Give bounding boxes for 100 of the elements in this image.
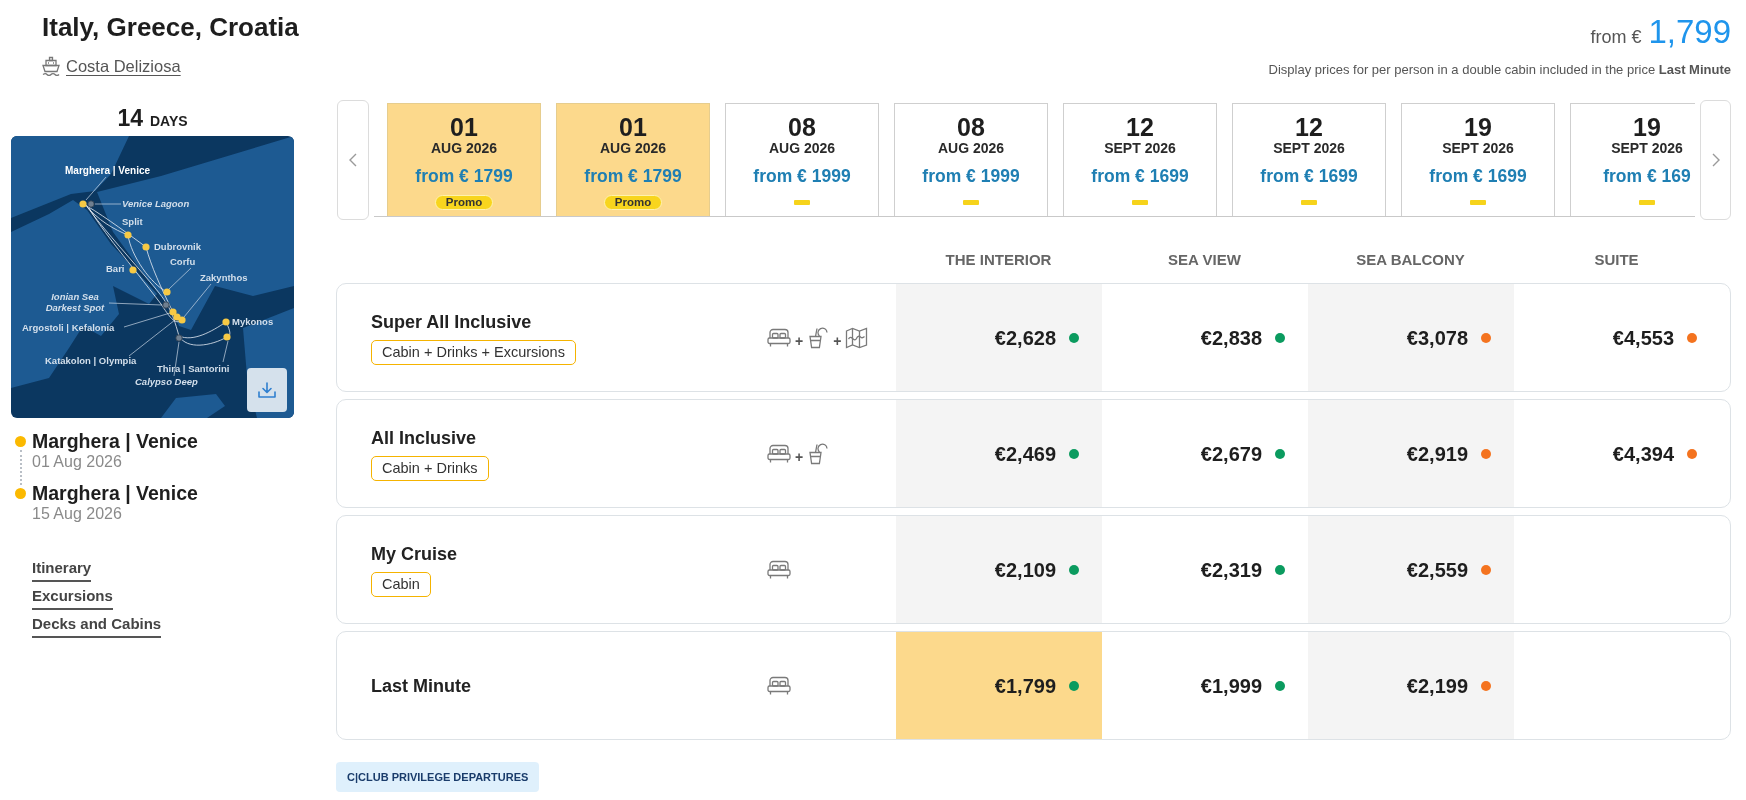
departure-price: from € 169 <box>1603 166 1691 186</box>
package-name: All Inclusive <box>371 426 477 449</box>
previous-button[interactable] <box>337 100 369 220</box>
from-label: from € <box>1590 27 1642 48</box>
port-marker-icon <box>79 200 87 208</box>
price-cell[interactable]: €1,799 <box>896 632 1102 739</box>
departure-card[interactable]: 08 AUG 2026 from € 1999 <box>894 103 1048 216</box>
price-cell[interactable]: €2,199 <box>1308 632 1514 739</box>
map-label: Venice Lagoon <box>122 198 190 209</box>
map-label: Corfu <box>170 256 196 267</box>
map-icon <box>845 326 869 349</box>
departure-price: from € 1799 <box>415 166 513 186</box>
plus-sign: + <box>833 331 842 349</box>
departure-day: 08 <box>788 114 816 140</box>
waypoint-marker-icon <box>175 334 183 342</box>
dash-icon <box>1132 200 1148 205</box>
land-area <box>161 394 225 418</box>
leader-line <box>94 203 122 205</box>
leader-line <box>222 340 229 363</box>
column-header: THE INTERIOR <box>944 250 1053 269</box>
stop-dot-icon <box>15 488 26 499</box>
departure-day: 19 <box>1464 114 1492 140</box>
ship-link[interactable]: Costa Deliziosa <box>42 56 181 76</box>
map-label: Bari <box>106 263 125 274</box>
dash-icon <box>1301 200 1317 205</box>
duration-value: 14 <box>117 105 143 131</box>
map-label: Calypso Deep <box>135 376 198 387</box>
port-marker-icon <box>129 266 137 274</box>
departure-day: 08 <box>957 114 985 140</box>
plus-sign: + <box>795 331 804 349</box>
package-tag: Cabin + Drinks <box>371 455 489 481</box>
departure-card[interactable]: 19 SEPT 2026 from € 169 <box>1570 103 1695 216</box>
port-marker-icon <box>124 231 132 239</box>
dash-icon <box>794 200 810 205</box>
departure-month: AUG 2026 <box>937 140 1005 156</box>
port-marker-icon <box>163 288 171 296</box>
chevron-right-icon <box>1711 153 1720 167</box>
price-cell[interactable]: €2,919 <box>1308 400 1514 507</box>
departure-day: 01 <box>450 114 478 140</box>
departure-month: SEPT 2026 <box>1442 140 1514 156</box>
departure-card[interactable]: 01 AUG 2026 from € 1799 Promo <box>387 103 541 216</box>
column-header: SUITE <box>1593 250 1640 269</box>
bed-icon <box>767 327 791 348</box>
map-label: Split <box>122 216 143 227</box>
map-label: Mykonos <box>232 316 274 327</box>
package-name: Super All Inclusive <box>371 310 532 333</box>
next-button[interactable] <box>1700 100 1731 220</box>
section-link[interactable]: Decks and Cabins <box>32 615 162 638</box>
download-button[interactable] <box>247 368 287 412</box>
package-tag: Cabin <box>371 571 431 597</box>
map-label: Katakolon | Olympia <box>45 355 137 366</box>
download-icon <box>258 382 276 398</box>
departure-card[interactable]: 19 SEPT 2026 from € 1699 <box>1401 103 1555 216</box>
price-cell[interactable]: €2,559 <box>1308 516 1514 623</box>
club-badge: C|CLUB PRIVILEGE DEPARTURES <box>336 762 540 792</box>
port-date: 01 Aug 2026 <box>32 453 123 471</box>
column-header: SEA VIEW <box>1167 250 1242 269</box>
departure-day: 01 <box>619 114 647 140</box>
duration-unit: DAYS <box>150 113 188 129</box>
departure-card[interactable]: 12 SEPT 2026 from € 1699 <box>1063 103 1217 216</box>
bed-icon <box>767 675 791 696</box>
section-link[interactable]: Excursions <box>32 587 113 610</box>
port-name: Marghera | Venice <box>32 431 198 451</box>
port-marker-icon <box>223 333 231 341</box>
column-header: SEA BALCONY <box>1355 250 1466 269</box>
departure-month: SEPT 2026 <box>1611 140 1683 156</box>
package-name: My Cruise <box>371 542 458 565</box>
cruise-title: Italy, Greece, Croatia <box>42 12 299 42</box>
map-label: Zakynthos <box>200 272 248 283</box>
port-marker-icon <box>142 243 150 251</box>
package-name: Last Minute <box>371 674 471 697</box>
map-label: Marghera | Venice <box>65 165 151 176</box>
dash-icon <box>1470 200 1486 205</box>
departure-day: 12 <box>1295 114 1323 140</box>
plus-sign: + <box>795 447 804 465</box>
bed-icon <box>767 559 791 580</box>
price-cell[interactable]: €3,078 <box>1308 284 1514 391</box>
ship-icon <box>42 56 60 76</box>
map-label: Ionian Sea Darkest Spot <box>44 291 106 313</box>
section-link[interactable]: Itinerary <box>32 559 92 582</box>
lead-price: 1,799 <box>1648 12 1731 52</box>
bed-icon <box>767 443 791 464</box>
stop-dot-icon <box>15 436 26 447</box>
departure-price: from € 1699 <box>1091 166 1189 186</box>
dash-icon <box>1639 200 1655 205</box>
departure-card[interactable]: 12 SEPT 2026 from € 1699 <box>1232 103 1386 216</box>
drink-icon <box>807 442 830 465</box>
departure-card[interactable]: 01 AUG 2026 from € 1799 Promo <box>556 103 710 216</box>
leader-line <box>85 176 107 201</box>
departure-month: AUG 2026 <box>768 140 836 156</box>
price-cell[interactable]: €2,628 <box>896 284 1102 391</box>
departure-price: from € 1699 <box>1429 166 1527 186</box>
map-label: Dubrovnik <box>154 241 201 252</box>
port-name: Marghera | Venice <box>32 483 198 503</box>
waypoint-marker-icon <box>162 301 170 309</box>
price-cell[interactable]: €2,109 <box>896 516 1102 623</box>
departure-card[interactable]: 08 AUG 2026 from € 1999 <box>725 103 879 216</box>
price-cell[interactable]: €2,469 <box>896 400 1102 507</box>
departure-price: from € 1999 <box>753 166 851 186</box>
departure-day: 12 <box>1126 114 1154 140</box>
